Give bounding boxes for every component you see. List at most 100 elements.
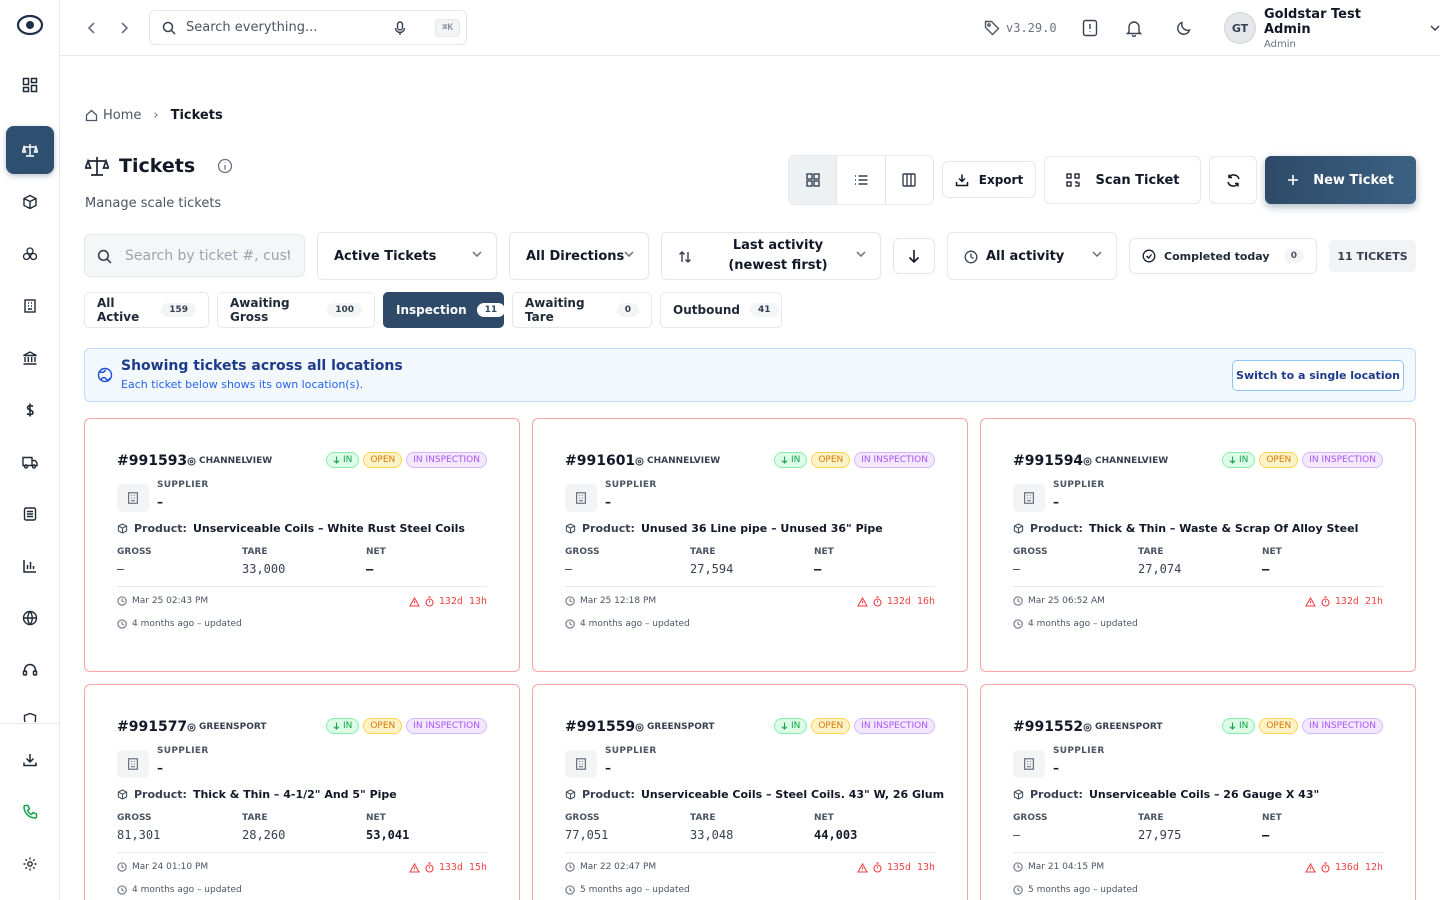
product-value: Unserviceable Coils – White Rust Steel C… [192,522,465,535]
search-icon [162,21,176,35]
warning-icon [408,862,420,873]
new-ticket-button[interactable]: New Ticket [1265,156,1416,204]
search-shortcut: ⌘K [435,19,460,37]
clock-icon [1013,862,1023,872]
gross-label: GROSS [565,813,600,823]
columns-icon [902,173,917,187]
info-icon[interactable] [217,158,233,174]
breadcrumb-home[interactable]: Home [85,108,141,123]
sidebar-item-suppliers[interactable] [6,282,54,330]
direction-label: IN [790,455,801,465]
ticket-location: GREENSPORT [635,722,715,732]
sidebar-item-dashboard[interactable] [6,61,54,109]
scale-icon [22,144,38,157]
columns-view-button[interactable] [886,156,933,204]
status-filter-select[interactable]: Active Tickets [317,232,497,280]
ticket-number[interactable]: #991593 [117,453,187,469]
sidebar-item-payments[interactable] [6,386,54,434]
activity-filter-select[interactable]: All activity [947,232,1117,280]
check-circle-icon [1142,249,1156,263]
sidebar-item-shipping[interactable] [6,438,54,486]
gear-icon [23,857,37,871]
ticket-tags: IN OPEN IN INSPECTION [325,718,487,734]
sidebar-item-tickets[interactable] [6,126,54,174]
tare-value: 33,000 [242,562,286,576]
sidebar-item-reports[interactable] [6,542,54,590]
sidebar-item-invoices[interactable] [6,490,54,538]
switch-location-button[interactable]: Switch to a single location [1232,360,1404,391]
tab-inspection[interactable]: Inspection 11 [383,292,506,328]
inspection-badge: IN INSPECTION [854,452,935,468]
user-menu[interactable]: GT Goldstar Test Admin Admin [1224,7,1440,50]
sidebar-item-materials[interactable] [6,230,54,278]
ticket-number[interactable]: #991552 [1013,719,1083,735]
alerts-button[interactable] [1078,16,1102,40]
ticket-age: 132d 21h [1304,596,1383,607]
clock-icon [1013,596,1023,606]
sidebar-item-security[interactable] [6,698,54,722]
tab-awaiting-tare[interactable]: Awaiting Tare 0 [512,292,652,328]
gross-label: GROSS [117,813,152,823]
ticket-card[interactable]: #991559 GREENSPORT IN OPEN IN INSPECTION… [532,684,968,900]
app-logo[interactable] [0,0,60,50]
card-divider [565,852,935,853]
sidebar-item-locations[interactable] [6,594,54,642]
sidebar-item-support[interactable] [6,646,54,694]
net-value: – [1262,828,1270,842]
dashboard-icon [22,77,38,93]
clock-icon [117,885,127,895]
user-info: Goldstar Test Admin Admin [1264,7,1412,50]
forward-button[interactable] [114,18,134,38]
ticket-search-input[interactable]: Search by ticket #, customer... [84,234,305,277]
sidebar-item-downloads[interactable] [6,736,54,784]
supplier-label: SUPPLIER [157,480,209,490]
tab-awaiting-gross[interactable]: Awaiting Gross 100 [217,292,375,328]
ticket-card[interactable]: #991577 GREENSPORT IN OPEN IN INSPECTION… [84,684,520,900]
page-subtitle: Manage scale tickets [85,196,222,211]
ticket-number[interactable]: #991601 [565,453,635,469]
ticket-updated: 4 months ago – updated [117,885,242,895]
ticket-card[interactable]: #991552 GREENSPORT IN OPEN IN INSPECTION… [980,684,1416,900]
sidebar-item-products[interactable] [6,178,54,226]
theme-toggle-button[interactable] [1172,16,1196,40]
list-view-button[interactable] [837,156,886,204]
microphone-icon[interactable] [394,21,406,36]
global-search-input[interactable]: Search everything... ⌘K [149,10,467,45]
sort-direction-button[interactable] [893,238,935,274]
ticket-card[interactable]: #991601 CHANNELVIEW IN OPEN IN INSPECTIO… [532,418,968,672]
direction-badge: IN [1221,718,1256,734]
tab-label: Awaiting Gross [230,296,290,324]
direction-badge: IN [1221,452,1256,468]
ticket-age: 132d 13h [408,596,487,607]
ticket-age: 136d 12h [1304,862,1383,873]
ticket-number[interactable]: #991577 [117,719,187,735]
supplier-label: SUPPLIER [157,746,209,756]
export-button[interactable]: Export [942,161,1036,198]
sidebar-item-phone[interactable] [6,788,54,836]
grid-view-button[interactable] [789,156,838,204]
location-label: CHANNELVIEW [199,456,273,466]
sort-select[interactable]: Last activity (newest first) [661,232,881,280]
ticket-number[interactable]: #991559 [565,719,635,735]
tab-all-active[interactable]: All Active 159 [84,292,209,328]
sidebar-item-bank[interactable] [6,334,54,382]
direction-filter-select[interactable]: All Directions [509,232,649,280]
ticket-card[interactable]: #991594 CHANNELVIEW IN OPEN IN INSPECTIO… [980,418,1416,672]
ticket-age: 132d 16h [856,596,935,607]
refresh-button[interactable] [1209,156,1257,204]
arrow-down-icon [1229,456,1236,464]
net-label: NET [366,547,386,557]
completed-today-toggle[interactable]: Completed today 0 [1129,238,1317,274]
scan-ticket-button[interactable]: Scan Ticket [1044,156,1201,204]
tab-outbound[interactable]: Outbound 41 [660,292,782,328]
supplier-label: SUPPLIER [605,480,657,490]
back-button[interactable] [82,18,102,38]
notifications-button[interactable] [1122,16,1146,40]
gross-label: GROSS [1013,813,1048,823]
direction-label: IN [1238,721,1249,731]
ticket-number[interactable]: #991594 [1013,453,1083,469]
sidebar-item-settings[interactable] [6,840,54,888]
chevron-down-icon [1092,251,1102,257]
ticket-card[interactable]: #991593 CHANNELVIEW IN OPEN IN INSPECTIO… [84,418,520,672]
location-label: GREENSPORT [1095,722,1163,732]
